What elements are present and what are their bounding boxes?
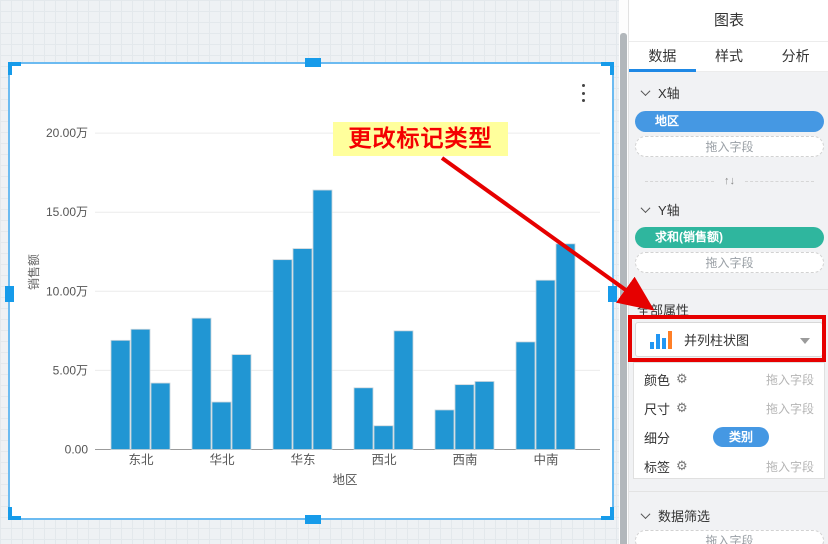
y-axis-label: Y轴 xyxy=(658,200,680,219)
grouped-bar-chart-icon xyxy=(650,331,672,349)
y-axis-section-header[interactable]: Y轴 xyxy=(642,201,680,217)
chart-type-dropdown[interactable]: 并列柱状图 xyxy=(635,322,823,357)
canvas-scrollbar-thumb[interactable] xyxy=(620,33,627,544)
app-stage: 20.00万15.00万10.00万5.00万0.00东北华北华东西北西南中南地… xyxy=(0,0,828,544)
svg-text:销售额: 销售额 xyxy=(26,254,41,290)
selection-corner-bottom-left xyxy=(8,507,21,520)
x-axis-field-pill[interactable]: 地区 xyxy=(635,111,824,132)
svg-text:15.00万: 15.00万 xyxy=(46,205,88,219)
gear-icon[interactable]: ⚙ xyxy=(676,459,688,474)
color-drop-zone[interactable]: 拖入字段 xyxy=(766,371,814,388)
svg-text:0.00: 0.00 xyxy=(65,443,89,457)
resize-handle-bottom[interactable] xyxy=(305,515,321,524)
y-axis-drop-zone[interactable]: 拖入字段 xyxy=(635,252,824,273)
detail-field-pill[interactable]: 类别 xyxy=(713,427,769,447)
svg-text:西北: 西北 xyxy=(371,453,397,467)
svg-text:地区: 地区 xyxy=(332,473,357,487)
kebab-menu-icon[interactable] xyxy=(576,84,590,102)
dashed-divider xyxy=(745,181,814,182)
section-divider xyxy=(629,491,828,492)
resize-handle-right[interactable] xyxy=(608,286,617,302)
label-drop-zone[interactable]: 拖入字段 xyxy=(766,458,814,475)
chevron-down-icon xyxy=(641,86,651,96)
data-filter-section-header[interactable]: 数据筛选 xyxy=(642,507,710,523)
color-label: 颜色 xyxy=(644,370,670,389)
annotation-callout: 更改标记类型 xyxy=(333,122,508,156)
size-label: 尺寸 xyxy=(644,399,670,418)
y-axis-field-pill[interactable]: 求和(销售额) xyxy=(635,227,824,248)
property-row-detail: 细分 类别 xyxy=(634,423,824,451)
swap-vertical-icon[interactable]: ↑↓ xyxy=(724,175,735,187)
section-divider xyxy=(629,289,828,290)
x-axis-label: X轴 xyxy=(658,83,680,102)
design-canvas[interactable]: 20.00万 15.00万 10.00万 5.00万 0.00 东北 华北 华东 西北 西南 中南地… xyxy=(0,0,619,544)
chevron-down-icon xyxy=(641,203,651,213)
svg-text:中南: 中南 xyxy=(533,452,558,467)
tab-data[interactable]: 数据 xyxy=(629,42,696,71)
caret-down-icon xyxy=(800,338,810,344)
tab-analysis[interactable]: 分析 xyxy=(762,42,828,71)
svg-text:东北: 东北 xyxy=(128,453,154,467)
chart-widget-card[interactable]: 20.00万 15.00万 10.00万 5.00万 0.00 东北 华北 华东 西北 西南 中南地… xyxy=(8,62,614,520)
selection-corner-top-right xyxy=(601,62,614,75)
svg-text:华北: 华北 xyxy=(209,452,235,467)
data-filter-label: 数据筛选 xyxy=(658,506,710,525)
selection-corner-bottom-right xyxy=(601,507,614,520)
all-properties-label: 全部属性 xyxy=(637,300,689,319)
filter-drop-zone[interactable]: 拖入字段 xyxy=(635,530,824,544)
panel-title: 图表 xyxy=(629,0,828,42)
svg-text:20.00万: 20.00万 xyxy=(46,126,88,140)
panel-tabs: 数据 样式 分析 xyxy=(629,42,828,72)
label-label: 标签 xyxy=(644,457,670,476)
canvas-scrollbar-track xyxy=(619,0,628,544)
x-axis-section-header[interactable]: X轴 xyxy=(642,84,680,100)
size-drop-zone[interactable]: 拖入字段 xyxy=(766,400,814,417)
svg-text:10.00万: 10.00万 xyxy=(46,284,88,298)
selection-corner-top-left xyxy=(8,62,21,75)
resize-handle-left[interactable] xyxy=(5,286,14,302)
chart-type-value: 并列柱状图 xyxy=(684,330,749,349)
tab-style[interactable]: 样式 xyxy=(696,42,763,71)
resize-handle-top[interactable] xyxy=(305,58,321,67)
chart-config-panel: 图表 数据 样式 分析 X轴 地区 拖入字段 ↑↓ Y轴 求和(销售额) 拖入字… xyxy=(628,0,828,544)
chevron-down-icon xyxy=(641,509,651,519)
svg-text:西南: 西南 xyxy=(452,452,477,467)
svg-text:5.00万: 5.00万 xyxy=(53,363,88,377)
dashed-divider xyxy=(645,181,714,182)
svg-text:华东: 华东 xyxy=(290,452,315,467)
swap-axes-control[interactable]: ↑↓ xyxy=(635,174,824,188)
gear-icon[interactable]: ⚙ xyxy=(676,372,688,387)
detail-label: 细分 xyxy=(644,428,670,447)
property-row-label: 标签 ⚙ 拖入字段 xyxy=(634,452,824,480)
gear-icon[interactable]: ⚙ xyxy=(676,401,688,416)
property-row-size: 尺寸 ⚙ 拖入字段 xyxy=(634,394,824,422)
x-axis-drop-zone[interactable]: 拖入字段 xyxy=(635,136,824,157)
mark-properties-box: 颜色 ⚙ 拖入字段 尺寸 ⚙ 拖入字段 细分 类别 标签 ⚙ 拖入字段 xyxy=(633,362,825,479)
property-row-color: 颜色 ⚙ 拖入字段 xyxy=(634,365,824,393)
grouped-bar-chart: 20.00万 15.00万 10.00万 5.00万 0.00 东北 华北 华东 西北 西南 中南地… xyxy=(10,64,612,518)
